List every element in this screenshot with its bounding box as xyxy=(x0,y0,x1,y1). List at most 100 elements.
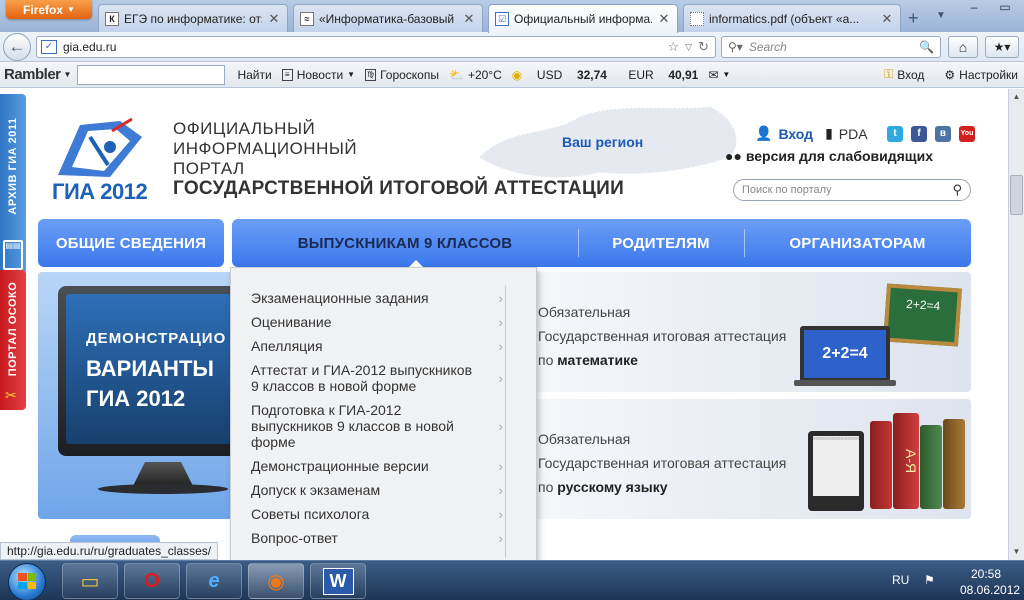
dropdown-item-certificate[interactable]: Аттестат и ГИА-2012 выпускников 9 классо… xyxy=(251,362,503,394)
reload-icon[interactable]: ↻ xyxy=(698,39,709,55)
close-icon[interactable]: ✕ xyxy=(880,11,894,27)
search-engine-icon[interactable]: ⚲▾ xyxy=(728,40,743,54)
rambler-find-button[interactable]: Найти xyxy=(237,68,271,82)
archive-gia-2011-tab[interactable]: АРХИВ ГИА 2011 ▤▤ xyxy=(0,94,26,274)
portal-search-input[interactable]: Поиск по порталу ⚲ xyxy=(733,179,971,201)
site-identity-icon[interactable]: ✓ xyxy=(41,40,57,54)
clock[interactable]: 20:58 08.06.2012 xyxy=(960,566,1020,598)
scrollbar-thumb[interactable] xyxy=(1010,175,1023,215)
rambler-news[interactable]: ≡ Новости ▼ xyxy=(281,68,355,82)
gia-emblem-icon xyxy=(58,117,142,177)
login-link[interactable]: Вход xyxy=(778,126,813,142)
vkontakte-icon[interactable]: в xyxy=(935,125,951,142)
chevron-right-icon: › xyxy=(498,290,503,306)
dropdown-item-faq[interactable]: Вопрос-ответ › xyxy=(251,530,503,546)
dropdown-item-preparation[interactable]: Подготовка к ГИА-2012 выпускников 9 клас… xyxy=(251,402,503,450)
tab-2[interactable]: ≈ «Информатика-базовый ... ✕ xyxy=(293,4,483,32)
archive-icon: ▤▤ xyxy=(3,240,23,270)
mail-icon: ✉ xyxy=(708,67,719,82)
menu-organizers[interactable]: ОРГАНИЗАТОРАМ xyxy=(744,219,971,267)
close-icon[interactable]: ✕ xyxy=(657,11,671,27)
firefox-menu-button[interactable]: Firefox ▼ xyxy=(6,0,92,19)
pda-link[interactable]: PDA xyxy=(839,126,868,142)
search-input[interactable]: ⚲▾ Search 🔍 xyxy=(721,36,941,58)
tab-1[interactable]: К ЕГЭ по информатике: отз... ✕ xyxy=(98,4,288,32)
tab-list-icon[interactable]: ▼ xyxy=(936,10,946,21)
action-center-flag-icon[interactable]: ⚑ xyxy=(924,573,935,587)
russian-banner[interactable]: Обязательная Государственная итоговая ат… xyxy=(530,399,971,519)
user-icon: 👤 xyxy=(755,125,773,141)
rambler-weather[interactable]: ⛅ +20°C xyxy=(449,68,502,82)
dropdown-item-admission[interactable]: Допуск к экзаменам › xyxy=(251,482,503,498)
bookmarks-button[interactable]: ★▾ xyxy=(985,36,1019,58)
chevron-right-icon: › xyxy=(498,338,503,354)
rambler-currency[interactable]: ◉ USD 32,74 EUR 40,91 xyxy=(512,68,699,82)
chevron-down-icon[interactable]: ▼ xyxy=(64,70,72,79)
rambler-logo[interactable]: Rambler xyxy=(4,66,61,83)
dropdown-item-appeal[interactable]: Апелляция › xyxy=(251,338,503,354)
firefox-taskbar-icon[interactable]: ◉ xyxy=(248,563,304,599)
menu-bar-group: ВЫПУСКНИКАМ 9 КЛАССОВ РОДИТЕЛЯМ ОРГАНИЗА… xyxy=(232,219,971,268)
chevron-down-icon[interactable]: ▽ xyxy=(685,39,692,55)
explorer-taskbar-icon[interactable]: ▭ xyxy=(62,563,118,599)
vertical-scrollbar[interactable]: ▲ ▼ xyxy=(1008,89,1024,560)
grade9-dropdown-menu: Экзаменационные задания › Оценивание › Апе… xyxy=(230,267,537,560)
twitter-icon[interactable]: t xyxy=(887,125,903,142)
close-icon[interactable]: ✕ xyxy=(267,11,281,27)
home-button[interactable]: ⌂ xyxy=(948,36,978,58)
rambler-horoscopes[interactable]: ♍ Гороскопы xyxy=(365,68,439,82)
close-icon[interactable]: ✕ xyxy=(462,11,476,27)
minimize-icon[interactable]: – xyxy=(960,0,988,18)
dropdown-item-psychologist[interactable]: Советы психолога › xyxy=(251,506,503,522)
gear-icon: ⚙ xyxy=(944,67,956,82)
web-page: АРХИВ ГИА 2011 ▤▤ ПОРТАЛ ОСОКО ✂ ГИА 201… xyxy=(0,89,1008,560)
dropdown-item-demo-versions[interactable]: Демонстрационные версии › xyxy=(251,458,503,474)
navigation-bar: ← ✓ gia.edu.ru ☆ ▽ ↻ ⚲▾ Search 🔍 ⌂ ★▾ xyxy=(0,32,1024,62)
gia-logo[interactable]: ГИА 2012 xyxy=(50,117,160,205)
blank-page-icon xyxy=(690,11,704,26)
search-icon[interactable]: ⚲ xyxy=(952,182,962,198)
rambler-settings[interactable]: ⚙ Настройки xyxy=(944,68,1018,82)
chevron-down-icon: ▼ xyxy=(722,70,731,79)
scroll-down-icon[interactable]: ▼ xyxy=(1009,544,1024,560)
rambler-mail[interactable]: ✉ ▼ xyxy=(708,68,730,82)
dropdown-item-exam-tasks[interactable]: Экзаменационные задания › xyxy=(251,290,503,306)
weather-sun-icon: ⛅ xyxy=(448,67,464,82)
start-button[interactable] xyxy=(2,562,54,600)
region-selector[interactable]: Ваш регион xyxy=(562,134,643,150)
maximize-icon[interactable]: ▭ xyxy=(990,0,1020,18)
low-vision-link[interactable]: версия для слабовидящих xyxy=(746,148,933,164)
tab-3-active[interactable]: ☑ Официальный информа... ✕ xyxy=(488,4,678,33)
dropdown-item-grading[interactable]: Оценивание › xyxy=(251,314,503,330)
windows-logo-icon xyxy=(18,573,36,589)
laptop-chalkboard-illustration: 2+2=4 2+2=4 xyxy=(794,283,962,386)
menu-grade9-graduates[interactable]: ВЫПУСКНИКАМ 9 КЛАССОВ xyxy=(232,219,578,267)
portal-title: ОФИЦИАЛЬНЫЙ ИНФОРМАЦИОННЫЙ ПОРТАЛ ГОСУДА… xyxy=(173,119,625,199)
portal-osoko-tab[interactable]: ПОРТАЛ ОСОКО ✂ xyxy=(0,270,26,410)
demo-variants-banner[interactable]: ДЕМОНСТРАЦИО ВАРИАНТЫ ГИА 2012 xyxy=(38,272,233,519)
rambler-login[interactable]: ⚿ Вход xyxy=(884,67,924,82)
menu-general-info[interactable]: ОБЩИЕ СВЕДЕНИЯ xyxy=(38,219,224,267)
math-banner[interactable]: Обязательная Государственная итоговая ат… xyxy=(530,272,971,392)
new-tab-icon[interactable]: + xyxy=(908,8,919,29)
youtube-icon[interactable]: You xyxy=(959,125,975,142)
facebook-icon[interactable]: f xyxy=(911,125,927,142)
word-taskbar-icon[interactable]: W xyxy=(310,563,366,599)
opera-taskbar-icon[interactable]: O xyxy=(124,563,180,599)
back-button[interactable]: ← xyxy=(3,33,31,61)
address-bar[interactable]: ✓ gia.edu.ru ☆ ▽ ↻ xyxy=(36,36,716,58)
url-text[interactable]: gia.edu.ru xyxy=(63,40,116,54)
windows-taskbar: ▭ O e ◉ W RU ⚑ 20:58 08.06.2012 xyxy=(0,560,1024,600)
chevron-right-icon: › xyxy=(498,482,503,498)
menu-parents[interactable]: РОДИТЕЛЯМ xyxy=(578,219,744,267)
scroll-up-icon[interactable]: ▲ xyxy=(1009,89,1024,105)
search-icon[interactable]: 🔍 xyxy=(919,40,934,54)
rambler-search-input[interactable] xyxy=(77,64,226,85)
glasses-icon: ●● xyxy=(725,148,742,164)
tab-4[interactable]: informatics.pdf (объект «а... ✕ xyxy=(683,4,901,32)
chevron-right-icon: › xyxy=(498,314,503,330)
internet-explorer-taskbar-icon[interactable]: e xyxy=(186,563,242,599)
language-indicator[interactable]: RU xyxy=(892,573,909,587)
star-icon[interactable]: ☆ xyxy=(668,39,680,55)
books-ereader-illustration: ≡≡≡≡≡≡≡≡≡≡≡≡≡≡≡≡≡≡≡≡≡≡≡≡≡≡≡≡≡≡≡≡≡≡≡≡≡≡≡≡… xyxy=(800,405,970,515)
